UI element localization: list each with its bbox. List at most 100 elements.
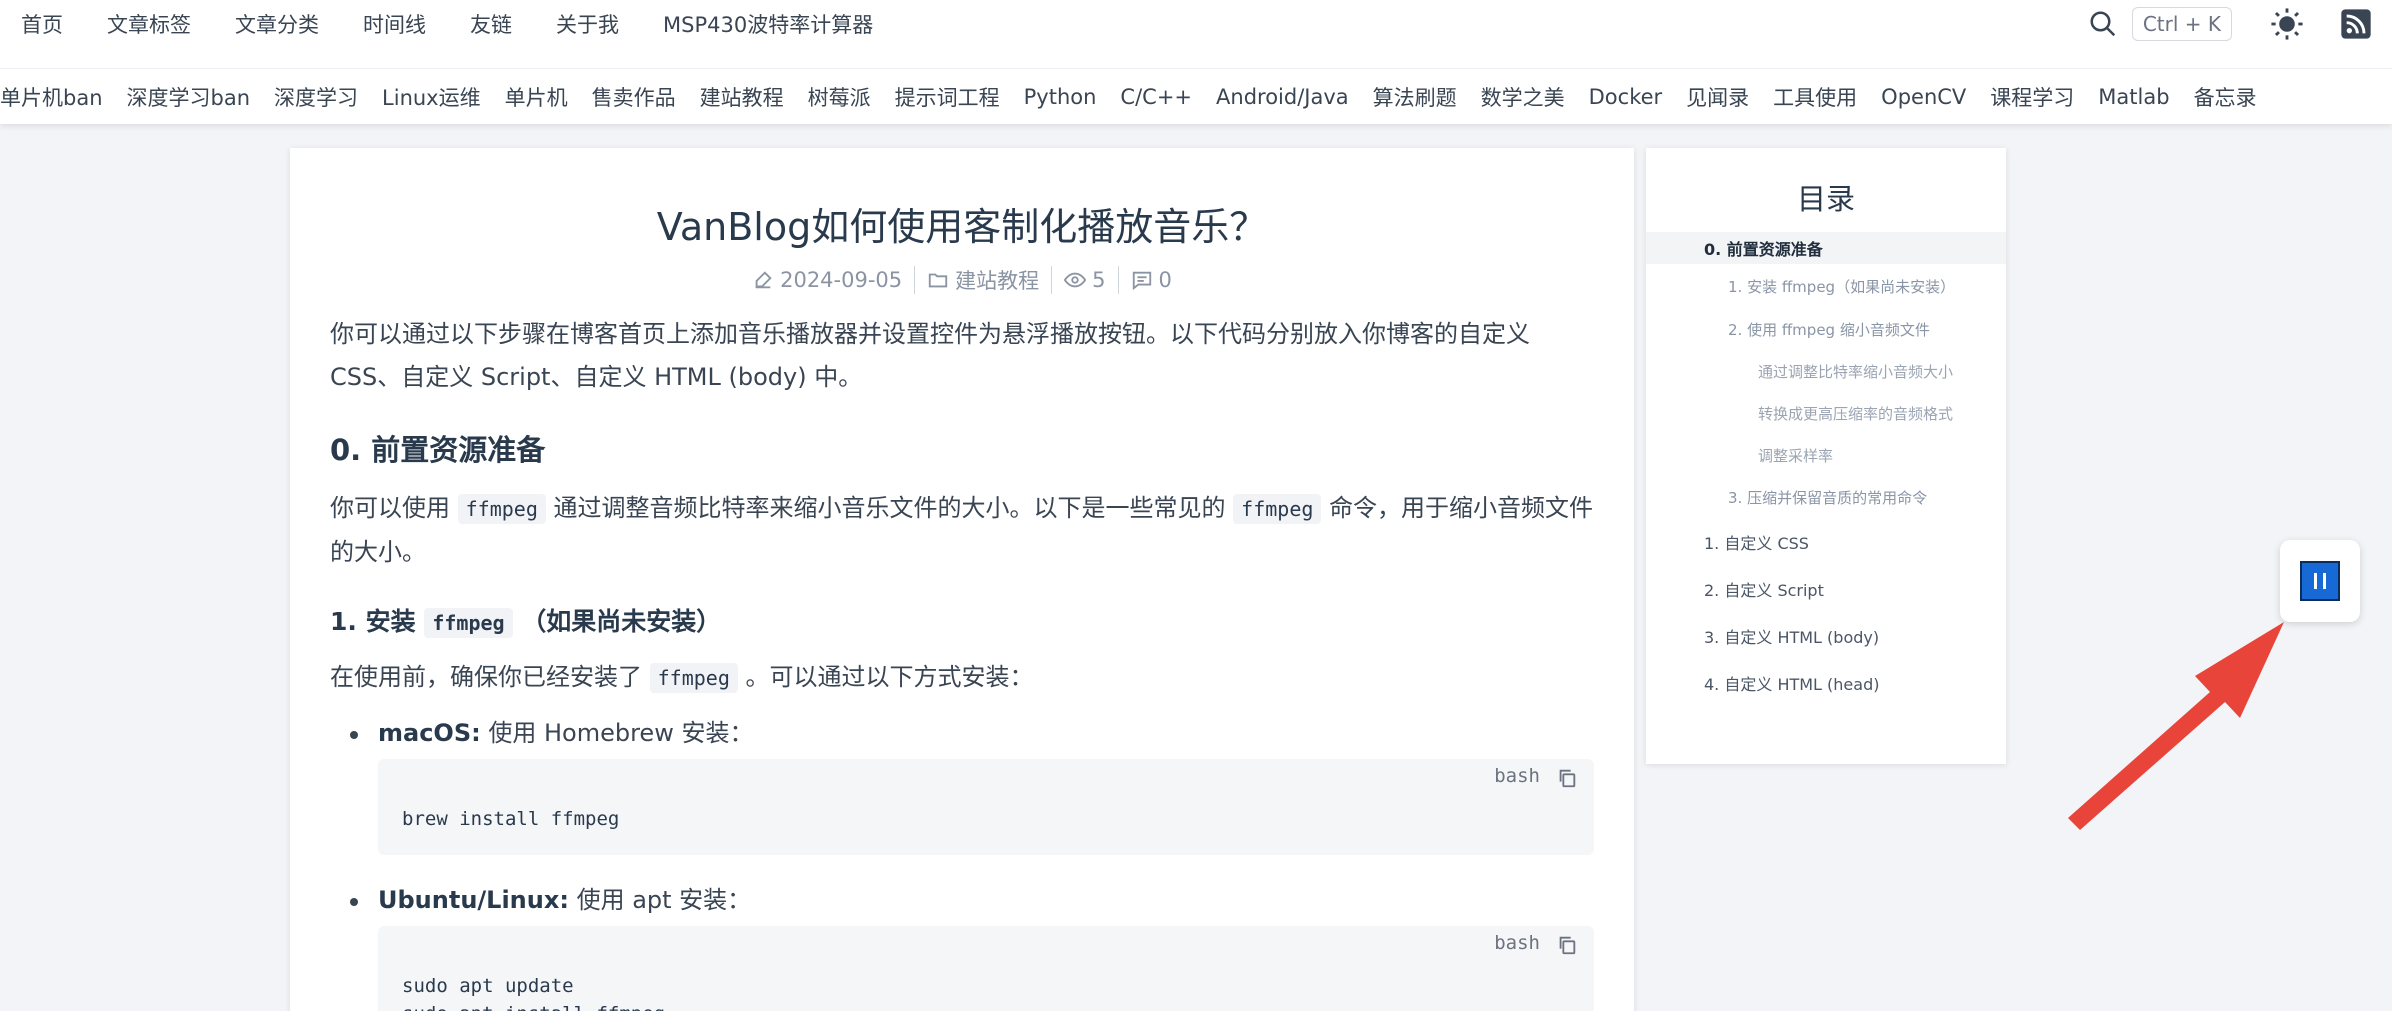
- inline-code: ffmpeg: [649, 663, 738, 693]
- meta-comments-text: 0: [1158, 268, 1172, 292]
- meta-divider: [1117, 266, 1119, 294]
- list-item: Ubuntu/Linux: 使用 apt 安装： bash sudo apt u…: [330, 879, 1594, 1011]
- toc-item[interactable]: 转换成更高压缩率的音频格式: [1646, 392, 2006, 434]
- nav-home[interactable]: 首页: [21, 9, 63, 39]
- category-item[interactable]: Linux运维: [382, 82, 481, 112]
- meta-category-text[interactable]: 建站教程: [955, 265, 1039, 295]
- install-text: 。可以通过以下方式安装：: [745, 663, 1034, 691]
- meta-views-text: 5: [1092, 268, 1106, 292]
- copy-icon[interactable]: [1556, 767, 1578, 789]
- prep-text: 你可以使用: [330, 494, 450, 522]
- nav-baud-calculator[interactable]: MSP430波特率计算器: [663, 9, 873, 39]
- top-navbar: 首页 文章标签 文章分类 时间线 友链 关于我 MSP430波特率计算器 Ctr…: [0, 0, 2392, 124]
- main-nav: 首页 文章标签 文章分类 时间线 友链 关于我 MSP430波特率计算器: [0, 0, 2392, 48]
- category-item[interactable]: 提示词工程: [895, 82, 1000, 112]
- toc-item[interactable]: 2. 使用 ffmpeg 缩小音频文件: [1646, 308, 2006, 350]
- os-text: 使用 Homebrew 安装：: [488, 719, 754, 747]
- intro-paragraph: 你可以通过以下步骤在博客首页上添加音乐播放器并设置控件为悬浮播放按钮。以下代码分…: [330, 320, 1530, 391]
- category-item[interactable]: 售卖作品: [592, 82, 676, 112]
- section-heading-install: 1. 安装 ffmpeg （如果尚未安装）: [330, 602, 1594, 638]
- category-item[interactable]: 单片机: [505, 82, 568, 112]
- category-item[interactable]: 算法刷题: [1373, 82, 1457, 112]
- section-heading-prep: 0. 前置资源准备: [330, 433, 546, 467]
- search-shortcut[interactable]: Ctrl + K: [2131, 7, 2232, 41]
- folder-icon: [928, 273, 948, 288]
- article-card: VanBlog如何使用客制化播放音乐？ 2024-09-05 建站教程 5 0 …: [290, 148, 1634, 1011]
- category-item[interactable]: Python: [1024, 85, 1097, 109]
- code-line: sudo apt install ffmpeg: [402, 1003, 665, 1011]
- article-title: VanBlog如何使用客制化播放音乐？: [656, 205, 1268, 249]
- category-item[interactable]: C/C++: [1120, 85, 1192, 109]
- category-item[interactable]: 单片机ban: [0, 82, 103, 112]
- sun-icon[interactable]: [2270, 7, 2304, 41]
- meta-category[interactable]: 建站教程: [927, 265, 1039, 295]
- os-label: macOS:: [378, 719, 481, 747]
- install-list: macOS: 使用 Homebrew 安装： bash brew install…: [330, 712, 1594, 1011]
- meta-divider: [914, 266, 916, 294]
- code-content: sudo apt update sudo apt install ffmpeg: [402, 972, 1570, 1011]
- category-item[interactable]: 建站教程: [700, 82, 784, 112]
- code-content: brew install ffmpeg: [402, 808, 620, 830]
- pause-button[interactable]: [2300, 561, 2340, 601]
- meta-views: 5: [1064, 268, 1106, 292]
- category-item[interactable]: Android/Java: [1216, 85, 1349, 109]
- list-item-text: macOS: 使用 Homebrew 安装：: [378, 712, 1594, 755]
- category-nav: 单片机ban 深度学习ban 深度学习 Linux运维 单片机 售卖作品 建站教…: [0, 68, 2392, 124]
- toc-item[interactable]: 1. 自定义 CSS: [1646, 518, 2006, 565]
- meta-comments: 0: [1131, 268, 1172, 292]
- os-text: 使用 apt 安装：: [576, 886, 752, 914]
- heading-text: 1. 安装: [330, 607, 416, 636]
- category-item[interactable]: 树莓派: [808, 82, 871, 112]
- category-item[interactable]: OpenCV: [1881, 85, 1966, 109]
- install-paragraph: 在使用前，确保你已经安装了 ffmpeg 。可以通过以下方式安装：: [330, 656, 1594, 700]
- heading-text: （如果尚未安装）: [521, 607, 722, 636]
- toc-item[interactable]: 4. 自定义 HTML (head): [1646, 659, 2006, 706]
- meta-date-text: 2024-09-05: [780, 268, 903, 292]
- install-text: 在使用前，确保你已经安装了: [330, 663, 642, 691]
- nav-categories[interactable]: 文章分类: [235, 9, 319, 39]
- table-of-contents: 目录 0. 前置资源准备 1. 安装 ffmpeg（如果尚未安装） 2. 使用 …: [1646, 148, 2006, 764]
- os-label: Ubuntu/Linux:: [378, 886, 569, 914]
- code-block: bash sudo apt update sudo apt install ff…: [378, 926, 1594, 1011]
- toc-item[interactable]: 0. 前置资源准备: [1646, 232, 2006, 264]
- toc-item[interactable]: 3. 自定义 HTML (body): [1646, 612, 2006, 659]
- toc-item[interactable]: 通过调整比特率缩小音频大小: [1646, 350, 2006, 392]
- search-icon[interactable]: [2088, 9, 2118, 39]
- nav-about[interactable]: 关于我: [556, 9, 619, 39]
- list-item-text: Ubuntu/Linux: 使用 apt 安装：: [378, 879, 1594, 922]
- category-item[interactable]: 见闻录: [1686, 82, 1749, 112]
- edit-icon: [755, 271, 772, 289]
- toc-item[interactable]: 2. 自定义 Script: [1646, 565, 2006, 612]
- code-language: bash: [1494, 932, 1540, 954]
- prep-text: 通过调整音频比特率来缩小音乐文件的大小。以下是一些常见的: [553, 494, 1226, 522]
- toc-item[interactable]: 调整采样率: [1646, 434, 2006, 476]
- category-item[interactable]: 课程学习: [1990, 82, 2074, 112]
- nav-timeline[interactable]: 时间线: [363, 9, 426, 39]
- list-item: macOS: 使用 Homebrew 安装： bash brew install…: [330, 712, 1594, 855]
- prep-paragraph: 你可以使用 ffmpeg 通过调整音频比特率来缩小音乐文件的大小。以下是一些常见…: [330, 487, 1594, 574]
- rss-icon[interactable]: [2340, 8, 2372, 40]
- pause-icon: [2314, 573, 2326, 589]
- category-item[interactable]: 工具使用: [1773, 82, 1857, 112]
- toc-item[interactable]: 3. 压缩并保留音质的常用命令: [1646, 476, 2006, 518]
- toc-title: 目录: [1796, 182, 1855, 216]
- code-block: bash brew install ffmpeg: [378, 759, 1594, 855]
- category-item[interactable]: 备忘录: [2194, 82, 2257, 112]
- nav-actions: Ctrl + K: [2088, 0, 2392, 48]
- inline-code: ffmpeg: [424, 608, 513, 638]
- inline-code: ffmpeg: [1233, 494, 1322, 524]
- toc-item[interactable]: 1. 安装 ffmpeg（如果尚未安装）: [1646, 264, 2006, 308]
- category-item[interactable]: Matlab: [2098, 85, 2169, 109]
- comment-icon: [1132, 271, 1151, 291]
- category-item[interactable]: 深度学习ban: [127, 82, 251, 112]
- nav-tags[interactable]: 文章标签: [107, 9, 191, 39]
- meta-divider: [1051, 266, 1053, 294]
- annotation-arrow-icon: [2068, 622, 2284, 830]
- article-meta: 2024-09-05 建站教程 5 0: [330, 265, 1594, 295]
- category-item[interactable]: 数学之美: [1481, 82, 1565, 112]
- inline-code: ffmpeg: [457, 494, 546, 524]
- category-item[interactable]: 深度学习: [274, 82, 358, 112]
- copy-icon[interactable]: [1556, 934, 1578, 956]
- category-item[interactable]: Docker: [1589, 85, 1663, 109]
- nav-friends[interactable]: 友链: [470, 9, 512, 39]
